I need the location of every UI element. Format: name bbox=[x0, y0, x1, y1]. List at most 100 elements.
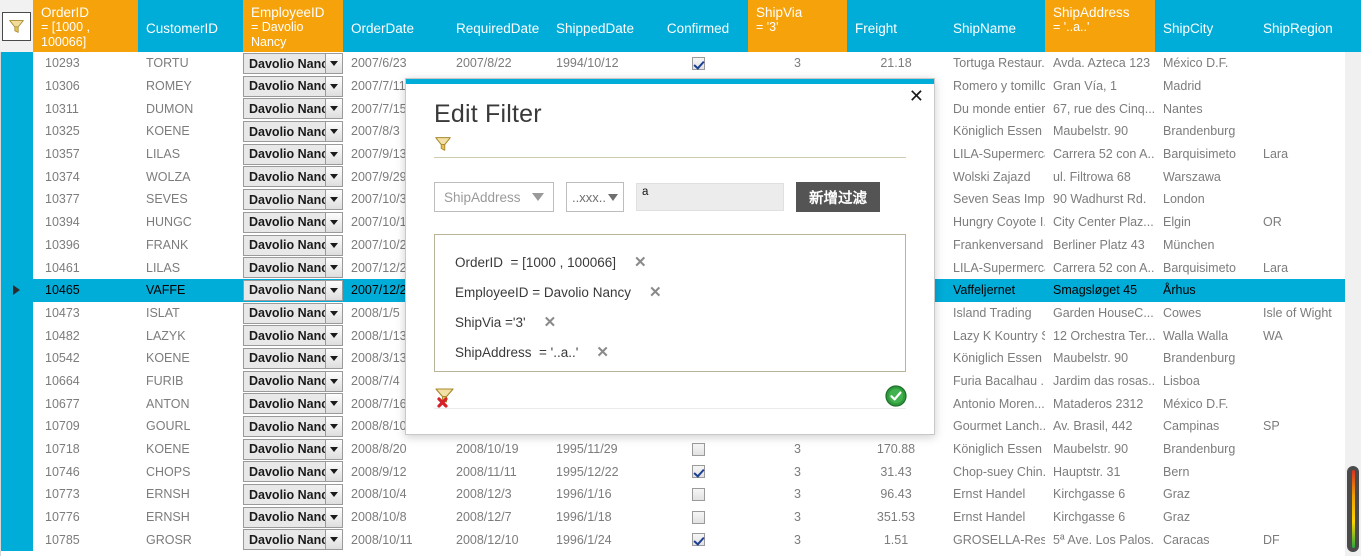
cell-ship-address[interactable]: Smagsløget 45 bbox=[1045, 279, 1155, 302]
chevron-down-icon[interactable] bbox=[325, 257, 343, 279]
cell-order-id[interactable]: 10396 bbox=[33, 234, 138, 257]
cell-ship-address[interactable]: 12 Orchestra Ter... bbox=[1045, 324, 1155, 347]
cell-ship-name[interactable]: Seven Seas Imp... bbox=[945, 188, 1045, 211]
cell-ship-city[interactable]: Madrid bbox=[1155, 75, 1255, 98]
cell-confirmed[interactable] bbox=[648, 460, 748, 483]
cell-ship-address[interactable]: Kirchgasse 6 bbox=[1045, 483, 1155, 506]
row-indicator[interactable] bbox=[0, 301, 33, 325]
cell-ship-city[interactable]: Walla Walla bbox=[1155, 324, 1255, 347]
cell-ship-city[interactable]: Århus bbox=[1155, 279, 1255, 302]
cell-ship-city[interactable]: Graz bbox=[1155, 483, 1255, 506]
table-row[interactable]: 10718KOENEDavolio Nancy 2008/8/202008/10/… bbox=[0, 437, 1361, 461]
employee-combobox[interactable]: Davolio Nancy bbox=[243, 165, 343, 188]
cell-order-id[interactable]: 10785 bbox=[33, 528, 138, 551]
vertical-scrollbar-thumb[interactable] bbox=[1347, 466, 1359, 552]
row-indicator[interactable] bbox=[0, 483, 33, 506]
cell-ship-name[interactable]: Island Trading bbox=[945, 302, 1045, 325]
cell-ship-name[interactable]: Wolski Zajazd bbox=[945, 165, 1045, 188]
confirmed-checkbox[interactable] bbox=[691, 56, 705, 70]
cell-ship-address[interactable]: Maubelstr. 90 bbox=[1045, 120, 1155, 143]
cell-ship-address[interactable]: ul. Filtrowa 68 bbox=[1045, 165, 1155, 188]
cell-ship-address[interactable]: Berliner Platz 43 bbox=[1045, 234, 1155, 257]
employee-combobox[interactable]: Davolio Nancy bbox=[243, 392, 343, 415]
chevron-down-icon[interactable] bbox=[325, 121, 343, 143]
row-indicator[interactable] bbox=[0, 415, 33, 438]
confirmed-checkbox[interactable] bbox=[691, 487, 705, 501]
employee-combobox[interactable]: Davolio Nancy bbox=[243, 302, 343, 325]
employee-combobox[interactable]: Davolio Nancy bbox=[243, 347, 343, 370]
chevron-down-icon[interactable] bbox=[325, 438, 343, 460]
chevron-down-icon[interactable] bbox=[325, 416, 343, 437]
chevron-down-icon[interactable] bbox=[325, 393, 343, 415]
row-indicator[interactable] bbox=[0, 346, 33, 370]
grid-corner-filter-button[interactable] bbox=[0, 0, 33, 52]
cell-ship-name[interactable]: Königlich Essen bbox=[945, 120, 1045, 143]
cell-required-date[interactable]: 2008/10/19 bbox=[448, 438, 548, 461]
cell-ship-city[interactable]: Nantes bbox=[1155, 97, 1255, 120]
cell-ship-name[interactable]: Vaffeljernet bbox=[945, 279, 1045, 302]
cell-ship-via[interactable]: 3 bbox=[748, 506, 847, 529]
cell-ship-via[interactable]: 3 bbox=[748, 483, 847, 506]
cell-customer-id[interactable]: GOURL bbox=[138, 415, 243, 438]
cell-ship-city[interactable]: Barquisimeto bbox=[1155, 256, 1255, 279]
cell-ship-name[interactable]: Königlich Essen bbox=[945, 347, 1045, 370]
cell-order-id[interactable]: 10664 bbox=[33, 370, 138, 393]
filter-value-input[interactable]: a bbox=[636, 183, 784, 211]
cell-ship-address[interactable]: 90 Wadhurst Rd. bbox=[1045, 188, 1155, 211]
cell-customer-id[interactable]: VAFFE bbox=[138, 279, 243, 302]
table-row[interactable]: 10773ERNSHDavolio Nancy 2008/10/42008/12/… bbox=[0, 483, 1361, 506]
apply-filter-button[interactable] bbox=[885, 385, 907, 407]
cell-ship-city[interactable]: London bbox=[1155, 188, 1255, 211]
cell-order-id[interactable]: 10776 bbox=[33, 506, 138, 529]
cell-ship-name[interactable]: Ernst Handel bbox=[945, 483, 1045, 506]
cell-ship-name[interactable]: GROSELLA-Rest... bbox=[945, 528, 1045, 551]
cell-ship-address[interactable]: Jardim das rosas... bbox=[1045, 370, 1155, 393]
column-header-employee-id[interactable]: EmployeeID = Davolio Nancy bbox=[243, 0, 343, 52]
employee-combobox[interactable]: Davolio Nancy bbox=[243, 483, 343, 506]
chevron-down-icon[interactable] bbox=[325, 166, 343, 188]
cell-order-id[interactable]: 10293 bbox=[33, 52, 138, 75]
cell-customer-id[interactable]: KOENE bbox=[138, 438, 243, 461]
cell-ship-address[interactable]: City Center Plaz... bbox=[1045, 211, 1155, 234]
chevron-down-icon[interactable] bbox=[325, 75, 343, 97]
table-row[interactable]: 10785GROSRDavolio Nancy 2008/10/112008/12… bbox=[0, 528, 1361, 552]
row-indicator[interactable] bbox=[0, 233, 33, 257]
cell-ship-city[interactable]: Brandenburg bbox=[1155, 347, 1255, 370]
cell-customer-id[interactable]: DUMON bbox=[138, 97, 243, 120]
cell-ship-city[interactable]: München bbox=[1155, 234, 1255, 257]
cell-ship-name[interactable]: Antonio Moren... bbox=[945, 392, 1045, 415]
chevron-down-icon[interactable] bbox=[325, 484, 343, 506]
employee-combobox[interactable]: Davolio Nancy bbox=[243, 120, 343, 143]
cell-freight[interactable]: 96.43 bbox=[847, 483, 945, 506]
cell-confirmed[interactable] bbox=[648, 483, 748, 506]
column-header-confirmed[interactable]: Confirmed bbox=[648, 0, 748, 52]
cell-ship-address[interactable]: Mataderos 2312 bbox=[1045, 392, 1155, 415]
cell-ship-address[interactable]: Maubelstr. 90 bbox=[1045, 438, 1155, 461]
chevron-down-icon[interactable] bbox=[325, 347, 343, 369]
cell-ship-name[interactable]: Königlich Essen bbox=[945, 438, 1045, 461]
column-header-required-date[interactable]: RequiredDate bbox=[448, 0, 548, 52]
employee-combobox[interactable]: Davolio Nancy bbox=[243, 528, 343, 551]
cell-customer-id[interactable]: LAZYK bbox=[138, 324, 243, 347]
employee-combobox[interactable]: Davolio Nancy bbox=[243, 234, 343, 257]
remove-filter-icon[interactable]: ✕ bbox=[634, 255, 647, 270]
cell-ship-address[interactable]: Av. Brasil, 442 bbox=[1045, 415, 1155, 438]
employee-combobox[interactable]: Davolio Nancy bbox=[243, 279, 343, 302]
row-indicator[interactable] bbox=[0, 369, 33, 393]
cell-required-date[interactable]: 2008/11/11 bbox=[448, 460, 548, 483]
chevron-down-icon[interactable] bbox=[325, 211, 343, 233]
add-filter-button[interactable]: 新增过滤 bbox=[796, 182, 880, 212]
cell-confirmed[interactable] bbox=[648, 528, 748, 551]
cell-ship-name[interactable]: LILA-Supermerca... bbox=[945, 143, 1045, 166]
chevron-down-icon[interactable] bbox=[325, 53, 343, 74]
row-indicator[interactable] bbox=[0, 74, 33, 98]
cell-customer-id[interactable]: ANTON bbox=[138, 392, 243, 415]
cell-ship-address[interactable]: 67, rue des Cinq... bbox=[1045, 97, 1155, 120]
cell-order-id[interactable]: 10473 bbox=[33, 302, 138, 325]
cell-order-date[interactable]: 2008/10/11 bbox=[343, 528, 448, 551]
chevron-down-icon[interactable] bbox=[325, 189, 343, 211]
cell-ship-name[interactable]: Gourmet Lanch... bbox=[945, 415, 1045, 438]
remove-filter-icon[interactable]: ✕ bbox=[544, 315, 557, 330]
cell-order-id[interactable]: 10377 bbox=[33, 188, 138, 211]
row-indicator[interactable] bbox=[0, 165, 33, 189]
